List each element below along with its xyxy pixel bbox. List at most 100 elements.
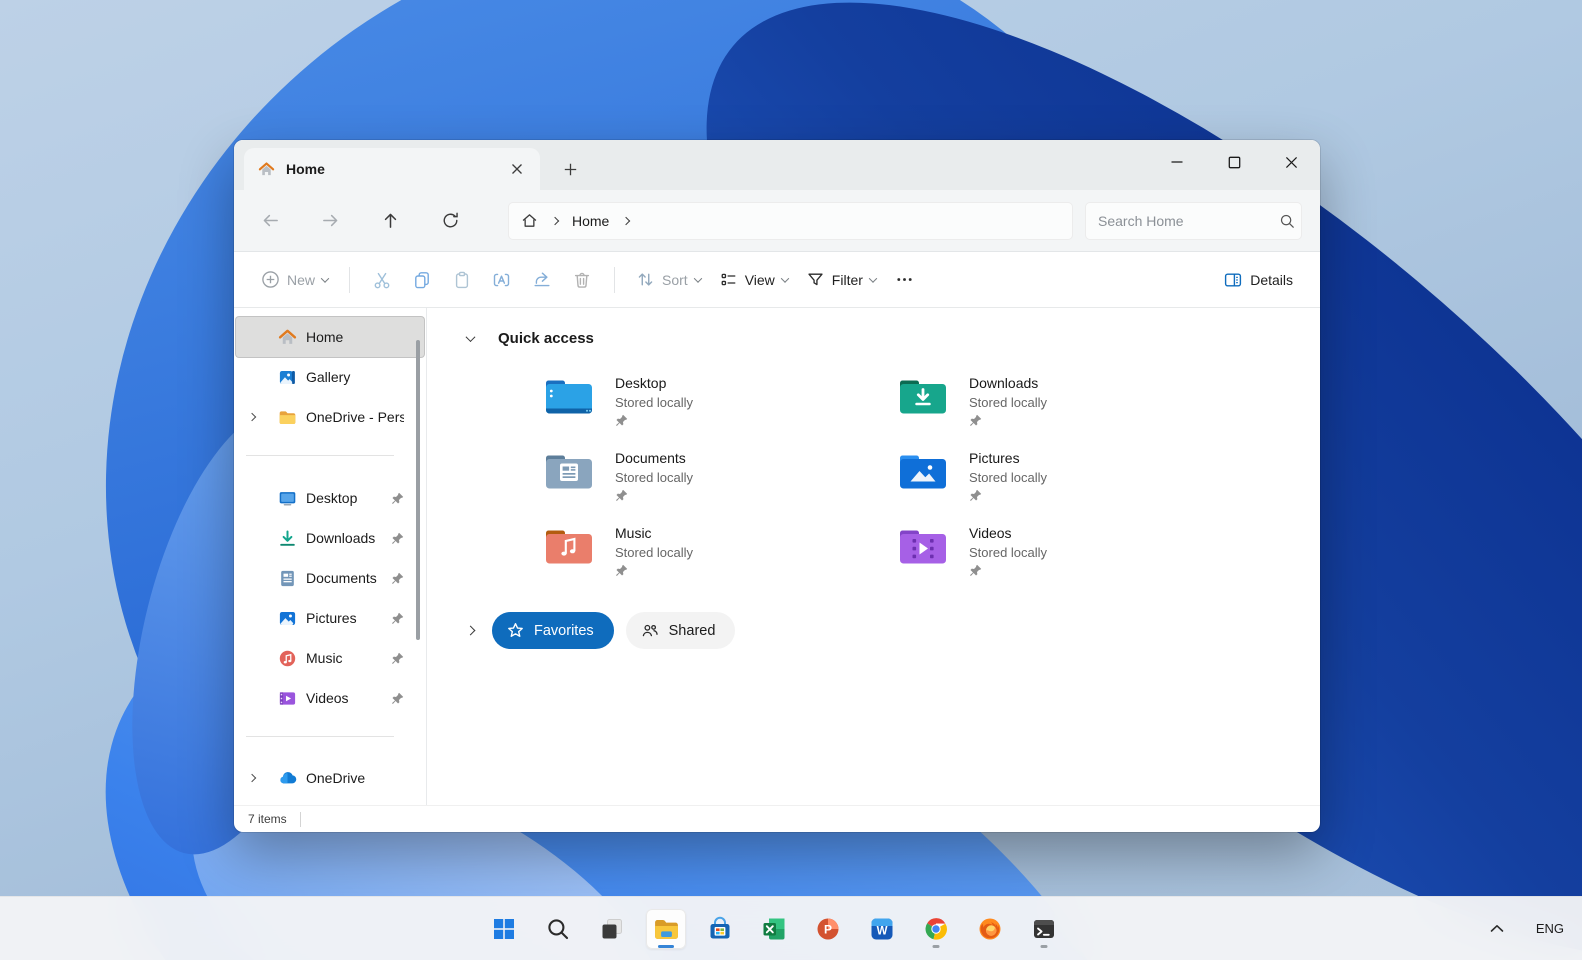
view-button[interactable]: View — [710, 262, 797, 297]
pin-icon — [969, 489, 1047, 502]
pin-icon[interactable] — [391, 532, 404, 545]
firefox-button[interactable] — [970, 909, 1010, 949]
tile-name: Desktop — [615, 375, 667, 391]
sidebar-item-downloads[interactable]: Downloads — [236, 518, 424, 558]
delete-button[interactable] — [562, 260, 602, 300]
folder-tile-downloads[interactable]: Downloads Stored locally — [899, 375, 1253, 437]
task-view-button[interactable] — [592, 909, 632, 949]
sidebar-item-documents[interactable]: Documents — [236, 558, 424, 598]
sidebar-item-onedrive[interactable]: OneDrive — [236, 758, 424, 798]
home-icon[interactable] — [521, 212, 538, 229]
tile-name: Documents — [615, 450, 686, 466]
chevron-down-icon[interactable] — [465, 332, 476, 343]
chevron-right-icon[interactable] — [622, 216, 631, 225]
word-button[interactable]: W — [862, 909, 902, 949]
desktop-folder-icon — [546, 380, 592, 414]
search-box[interactable] — [1085, 201, 1302, 240]
forward-button[interactable] — [310, 201, 350, 241]
maximize-button[interactable] — [1211, 140, 1257, 184]
chrome-button[interactable] — [916, 909, 956, 949]
terminal-button[interactable] — [1024, 909, 1064, 949]
sidebar-item-desktop[interactable]: Desktop — [236, 478, 424, 518]
title-bar[interactable]: Home — [234, 140, 1320, 190]
music-folder-icon — [546, 530, 592, 564]
tile-name: Videos — [969, 525, 1012, 541]
filter-button[interactable]: Filter — [797, 262, 885, 297]
sidebar-divider — [246, 736, 394, 737]
folder-tile-pictures[interactable]: Pictures Stored locally — [899, 450, 1253, 512]
navigation-pane: Home Gallery OneDrive - Perso Desktop Do… — [234, 308, 427, 805]
home-icon — [278, 328, 297, 347]
quick-access-header[interactable]: Quick access — [427, 330, 1320, 347]
people-icon — [641, 622, 659, 640]
folder-tile-music[interactable]: Music Stored locally — [545, 525, 899, 587]
store-button[interactable] — [700, 909, 740, 949]
paste-icon — [455, 271, 469, 288]
pin-icon[interactable] — [391, 612, 404, 625]
pin-icon[interactable] — [391, 492, 404, 505]
powerpoint-button[interactable]: P — [808, 909, 848, 949]
language-indicator[interactable]: ENG — [1536, 921, 1564, 936]
store-icon — [710, 916, 730, 938]
chevron-up-icon[interactable] — [1490, 924, 1504, 933]
desktop-icon — [278, 489, 297, 508]
pin-icon[interactable] — [391, 652, 404, 665]
start-button[interactable] — [484, 909, 524, 949]
pin-icon — [615, 414, 693, 427]
sidebar-item-music[interactable]: Music — [236, 638, 424, 678]
copy-button[interactable] — [402, 260, 442, 300]
chevron-right-icon[interactable] — [550, 216, 560, 225]
minimize-button[interactable] — [1154, 140, 1200, 184]
close-button[interactable] — [1268, 140, 1314, 184]
folder-tile-documents[interactable]: Documents Stored locally — [545, 450, 899, 512]
pin-icon[interactable] — [391, 692, 404, 705]
cut-button[interactable] — [362, 260, 402, 300]
navigation-bar: Home — [234, 190, 1320, 252]
view-icon — [719, 270, 738, 289]
up-button[interactable] — [370, 201, 410, 241]
window-controls — [1154, 140, 1314, 184]
file-explorer-icon — [654, 919, 678, 939]
sidebar-item-videos[interactable]: Videos — [236, 678, 424, 718]
new-tab-button[interactable] — [556, 155, 584, 183]
rename-icon — [493, 273, 510, 286]
new-button[interactable]: New — [252, 262, 337, 297]
breadcrumb-item-home[interactable]: Home — [572, 213, 609, 229]
refresh-button[interactable] — [430, 201, 470, 241]
taskbar-search-button[interactable] — [538, 909, 578, 949]
sidebar-scrollbar[interactable] — [416, 340, 420, 640]
word-icon: W — [871, 918, 893, 939]
folder-tile-videos[interactable]: Videos Stored locally — [899, 525, 1253, 587]
favorites-pill[interactable]: Favorites — [492, 612, 614, 649]
tab-home[interactable]: Home — [244, 148, 540, 190]
folder-tile-desktop[interactable]: Desktop Stored locally — [545, 375, 899, 437]
pictures-icon — [278, 609, 297, 628]
toolbar-separator — [349, 266, 351, 293]
pin-icon[interactable] — [391, 572, 404, 585]
star-icon — [507, 622, 524, 639]
sidebar-item-onedrive-personal[interactable]: OneDrive - Perso — [236, 397, 424, 437]
breadcrumb[interactable]: Home — [508, 201, 1073, 240]
paste-button[interactable] — [442, 260, 482, 300]
tile-name: Downloads — [969, 375, 1039, 391]
file-explorer-button[interactable] — [646, 908, 686, 949]
shared-pill[interactable]: Shared — [625, 612, 736, 649]
back-button[interactable] — [250, 201, 290, 241]
details-pane-icon — [1223, 270, 1243, 290]
chevron-right-icon[interactable] — [465, 625, 476, 636]
share-button[interactable] — [522, 260, 562, 300]
sort-button[interactable]: Sort — [627, 262, 710, 297]
search-input[interactable] — [1098, 212, 1279, 229]
sidebar-item-gallery[interactable]: Gallery — [236, 357, 424, 397]
downloads-icon — [278, 529, 297, 548]
sidebar-item-pictures[interactable]: Pictures — [236, 598, 424, 638]
sidebar-item-home[interactable]: Home — [236, 317, 424, 357]
chevron-down-icon — [320, 273, 330, 283]
rename-button[interactable] — [482, 260, 522, 300]
task-view-icon — [602, 918, 622, 938]
more-options-button[interactable] — [885, 260, 925, 300]
excel-button[interactable] — [754, 909, 794, 949]
tab-close-icon[interactable] — [504, 156, 530, 182]
chrome-icon — [925, 917, 947, 940]
details-pane-button[interactable]: Details — [1214, 262, 1302, 298]
